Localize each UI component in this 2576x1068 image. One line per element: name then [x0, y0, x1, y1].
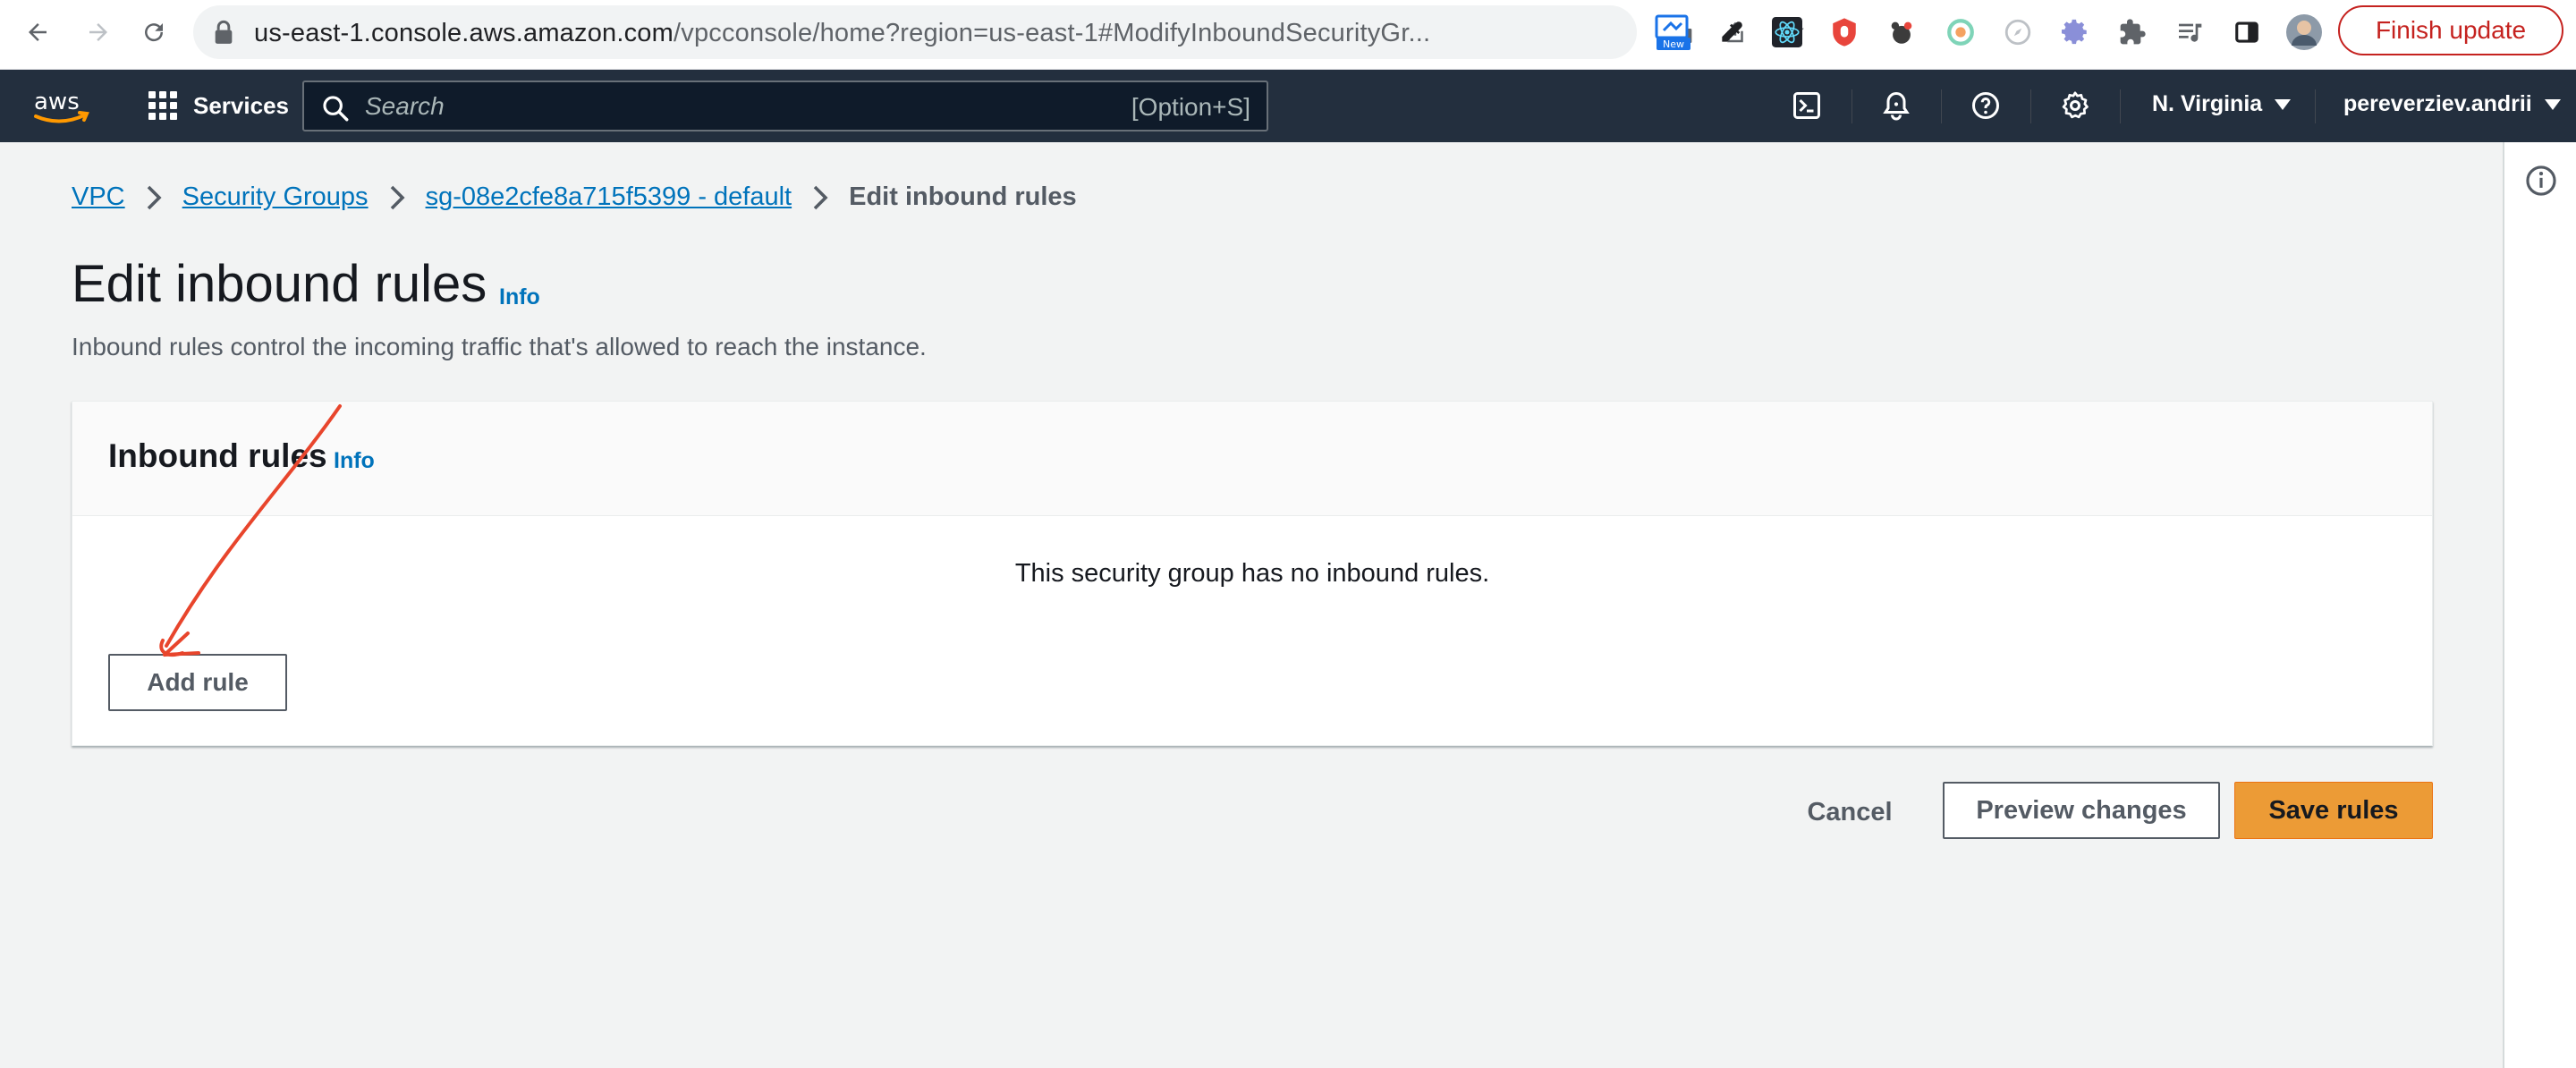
search-box[interactable]: [Option+S] [302, 81, 1268, 131]
search-icon [320, 93, 351, 123]
page-description: Inbound rules control the incoming traff… [72, 333, 927, 360]
bear-extension-icon[interactable] [1882, 13, 1921, 52]
breadcrumb-security-groups[interactable]: Security Groups [182, 182, 369, 212]
caret-down-icon [2275, 98, 2292, 110]
svg-text:aws: aws [34, 89, 80, 115]
nav-divider [2120, 89, 2121, 123]
browser-toolbar: us-east-1.console.aws.amazon.com/vpccons… [0, 0, 2576, 70]
account-name: pereverziev.andrii [2343, 91, 2532, 116]
chevron-right-icon [125, 183, 182, 212]
help-panel-rail [2503, 142, 2576, 1068]
services-menu[interactable]: Services [148, 88, 289, 123]
chevron-right-icon [369, 183, 426, 212]
compass-extension-icon[interactable] [1998, 13, 2038, 52]
reload-icon[interactable] [134, 13, 174, 52]
preview-changes-button[interactable]: Preview changes [1943, 782, 2220, 839]
settings-gear-icon[interactable] [2055, 86, 2095, 125]
inbound-rules-panel: Inbound rules Info This security group h… [72, 401, 2433, 746]
side-panel-icon[interactable] [2227, 13, 2267, 52]
aws-logo[interactable]: aws [30, 86, 91, 127]
breadcrumb-current: Edit inbound rules [849, 182, 1077, 211]
aws-top-nav: aws Services [Option+S] N. Virginia pe [0, 70, 2576, 142]
breadcrumb: VPC Security Groups sg-08e2cfe8a715f5399… [72, 182, 1077, 212]
empty-state-message: This security group has no inbound rules… [1014, 559, 1490, 588]
nav-divider [1941, 89, 1942, 123]
svg-text:New: New [1663, 38, 1684, 50]
media-control-icon[interactable] [2170, 13, 2209, 52]
puzzle-extensions-icon[interactable] [2113, 13, 2152, 52]
colorful-extension-icon[interactable] [1941, 13, 1980, 52]
page-title: Edit inbound rules [72, 255, 487, 313]
cloudshell-icon[interactable] [1787, 86, 1826, 125]
address-bar[interactable]: us-east-1.console.aws.amazon.com/vpccons… [193, 5, 1804, 59]
shield-extension-icon[interactable] [1825, 13, 1864, 52]
region-selector[interactable]: N. Virginia [2152, 91, 2292, 117]
search-shortcut-hint: [Option+S] [1131, 93, 1250, 121]
profile-avatar[interactable] [2284, 13, 2324, 52]
caret-down-icon [2544, 98, 2561, 110]
breadcrumb-vpc[interactable]: VPC [72, 182, 125, 212]
help-icon[interactable] [1966, 86, 2005, 125]
search-input[interactable] [365, 91, 991, 122]
breadcrumb-security-group-id[interactable]: sg-08e2cfe8a715f5399 - default [426, 182, 792, 212]
gear-extension-icon[interactable] [2055, 13, 2095, 52]
grid-icon [148, 91, 177, 120]
notifications-bell-icon[interactable] [1877, 86, 1916, 125]
region-label: N. Virginia [2152, 91, 2263, 116]
save-rules-button[interactable]: Save rules [2234, 782, 2433, 839]
panel-info-link[interactable]: Info [334, 448, 375, 474]
add-rule-button[interactable]: Add rule [108, 654, 287, 711]
nav-divider [2030, 89, 2031, 123]
url-text[interactable]: us-east-1.console.aws.amazon.com/vpccons… [254, 19, 1430, 48]
extension-new-icon[interactable]: New [1653, 13, 1692, 52]
services-label: Services [193, 91, 289, 119]
cancel-button[interactable]: Cancel [1796, 784, 1903, 841]
panel-header: Inbound rules Info [72, 402, 2432, 516]
account-menu[interactable]: pereverziev.andrii [2343, 91, 2561, 117]
finish-update-button[interactable]: Finish update [2338, 5, 2563, 55]
eyedropper-icon[interactable] [1712, 13, 1751, 52]
chevron-right-icon [792, 183, 849, 212]
page-info-link[interactable]: Info [499, 284, 540, 310]
react-devtools-icon[interactable] [1767, 13, 1807, 52]
nav-divider [2315, 89, 2316, 123]
panel-title: Inbound rules [108, 437, 327, 474]
lock-icon[interactable] [213, 20, 234, 49]
back-icon[interactable] [18, 13, 57, 52]
forward-icon[interactable] [79, 13, 118, 52]
info-panel-icon[interactable] [2524, 164, 2558, 198]
